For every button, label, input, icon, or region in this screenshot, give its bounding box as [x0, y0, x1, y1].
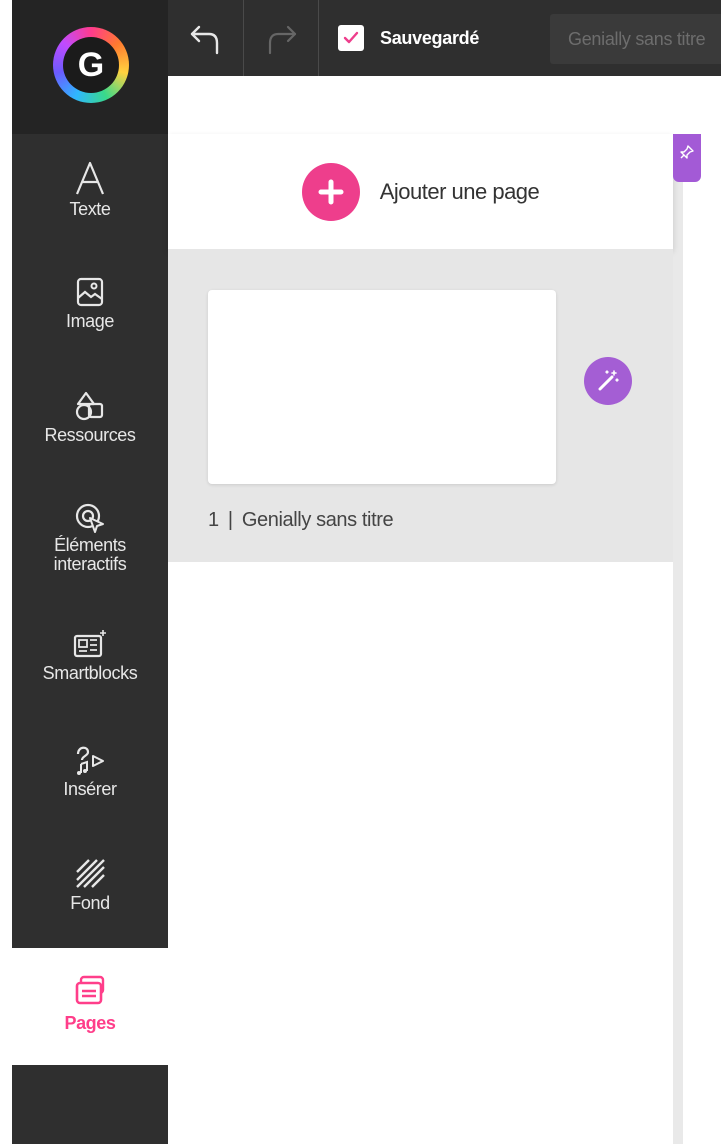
- saved-label: Sauvegardé: [380, 27, 480, 48]
- sidebar-item-inserer[interactable]: Insérer: [12, 742, 168, 799]
- resources-icon: [75, 391, 104, 421]
- pin-panel-button[interactable]: [673, 134, 701, 182]
- sidebar-item-label: Texte: [69, 199, 111, 219]
- toolbar-divider: [318, 0, 319, 76]
- add-page-button[interactable]: Ajouter une page: [168, 134, 673, 249]
- text-icon: [75, 161, 105, 195]
- plus-icon: [301, 162, 360, 221]
- genially-title-input[interactable]: [550, 14, 721, 64]
- top-toolbar: Sauvegardé: [168, 0, 721, 76]
- page-title: Genially sans titre: [241, 509, 394, 531]
- sidebar-item-label: Insérer: [63, 779, 117, 799]
- save-status: Sauvegardé: [338, 0, 479, 76]
- page-thumbnail[interactable]: [208, 290, 556, 484]
- saved-check-icon: [338, 25, 364, 51]
- sidebar-item-elements-interactifs[interactable]: Éléments interactifs: [12, 502, 168, 574]
- interactive-icon: [75, 503, 104, 533]
- sidebar-item-label: Ressources: [44, 425, 136, 445]
- sidebar-item-pages[interactable]: Pages: [12, 948, 168, 1065]
- insert-icon: [76, 746, 104, 775]
- redo-button[interactable]: [244, 0, 318, 76]
- pages-icon: [75, 975, 105, 1005]
- logo-area: G: [12, 0, 168, 134]
- undo-icon: [190, 25, 218, 55]
- background-icon: [76, 859, 105, 888]
- undo-button[interactable]: [168, 0, 243, 76]
- sidebar-item-label-line2: interactifs: [53, 553, 127, 574]
- sidebar-item-label: Fond: [70, 893, 110, 913]
- sidebar-item-smartblocks[interactable]: Smartblocks: [12, 628, 168, 683]
- page-list-item[interactable]: 1 | Genially sans titre: [168, 249, 673, 562]
- smartblocks-icon: [73, 630, 106, 658]
- magic-wand-icon: [598, 370, 619, 391]
- sidebar: G Texte Image Ressources Éléments intera…: [12, 0, 168, 1144]
- pin-icon: [680, 145, 694, 159]
- sidebar-item-fond[interactable]: Fond: [12, 856, 168, 913]
- sidebar-item-label: Smartblocks: [42, 663, 138, 683]
- page-number: 1: [208, 509, 219, 531]
- sidebar-item-image[interactable]: Image: [12, 276, 168, 331]
- panel-edge-shade: [673, 134, 683, 1144]
- add-page-label: Ajouter une page: [379, 178, 540, 204]
- sidebar-item-label: Pages: [64, 1013, 116, 1033]
- logo-letter: G: [63, 37, 119, 93]
- left-edge: [0, 0, 12, 1144]
- sidebar-item-label-line1: Éléments: [54, 535, 126, 555]
- redo-icon: [268, 25, 297, 55]
- image-icon: [76, 277, 104, 307]
- genially-logo[interactable]: G: [53, 27, 129, 103]
- sidebar-item-texte[interactable]: Texte: [12, 160, 168, 219]
- sidebar-item-label: Image: [65, 311, 115, 331]
- magic-wand-button[interactable]: [584, 357, 632, 405]
- sidebar-item-ressources[interactable]: Ressources: [12, 390, 168, 445]
- page-separator: |: [227, 509, 233, 531]
- page-caption: 1 | Genially sans titre: [208, 509, 394, 532]
